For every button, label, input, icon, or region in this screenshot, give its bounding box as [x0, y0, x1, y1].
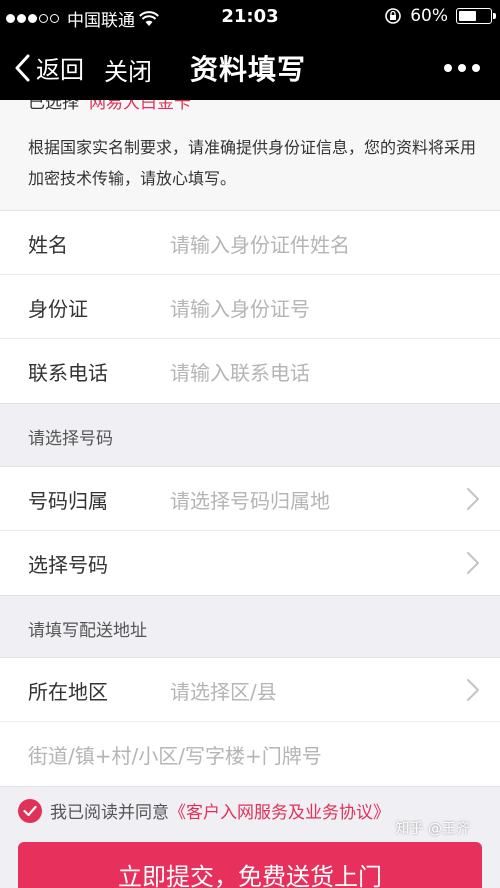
agreement-checkbox[interactable] [18, 798, 42, 823]
chevron-right-icon [467, 488, 479, 510]
number-form: 号码归属 请选择号码归属地 选择号码 [0, 466, 500, 596]
number-section-title: 请选择号码 [28, 429, 113, 449]
id-number-input[interactable]: 请输入身份证号 [170, 293, 310, 322]
id-row[interactable]: 身份证 请输入身份证号 [0, 275, 500, 339]
back-label: 返回 [36, 56, 84, 84]
area-select[interactable]: 请选择区/县 [170, 676, 277, 705]
identity-form: 姓名 请输入身份证件姓名 身份证 请输入身份证号 联系电话 请输入联系电话 [0, 210, 500, 404]
address-form: 所在地区 请选择区/县 街道/镇+村/小区/写字楼+门牌号 [0, 657, 500, 787]
chevron-right-icon [467, 552, 479, 574]
submit-button[interactable]: 立即提交，免费送货上门 [18, 842, 482, 888]
select-number-row[interactable]: 选择号码 [0, 531, 500, 595]
status-right: 60% [384, 6, 496, 26]
notice-panel: 已选择 网易大白金卡 根据国家实名制要求，请准确提供身份证信息，您的资料将采用加密… [0, 100, 500, 210]
select-number-label: 选择号码 [28, 553, 108, 577]
street-address-input[interactable]: 街道/镇+村/小区/写字楼+门牌号 [28, 740, 322, 769]
area-label: 所在地区 [28, 680, 108, 704]
battery-fill [459, 11, 477, 21]
back-button[interactable]: 返回 [14, 50, 84, 85]
rotation-lock-icon [385, 8, 402, 24]
more-dot-icon [444, 64, 452, 72]
page-title: 资料填写 [190, 53, 307, 86]
more-dot-icon [458, 64, 466, 72]
more-menu-button[interactable] [444, 64, 480, 72]
address-section-title: 请填写配送地址 [28, 621, 147, 641]
selected-card-name: 网易大白金卡 [89, 100, 191, 113]
battery-icon [456, 8, 496, 24]
close-button[interactable]: 关闭 [104, 52, 152, 87]
id-label: 身份证 [28, 297, 88, 321]
watermark: 知乎 @王齐 [395, 821, 470, 837]
number-region-select[interactable]: 请选择号码归属地 [170, 485, 330, 514]
name-label: 姓名 [28, 233, 68, 257]
selected-card-line: 已选择 网易大白金卡 [28, 100, 191, 113]
phone-label: 联系电话 [28, 361, 108, 385]
phone-input[interactable]: 请输入联系电话 [170, 357, 310, 386]
agreement-prefix: 我已阅读并同意 [50, 803, 169, 823]
agreement-line: 我已阅读并同意 《客户入网服务及业务协议》 [18, 798, 390, 823]
name-input[interactable]: 请输入身份证件姓名 [170, 229, 350, 258]
selected-label: 已选择 [28, 100, 79, 113]
battery-percent: 60% [410, 6, 448, 26]
checkmark-icon [23, 805, 37, 816]
chevron-left-icon [15, 54, 30, 81]
agreement-link[interactable]: 《客户入网服务及业务协议》 [169, 798, 390, 823]
number-region-label: 号码归属 [28, 489, 108, 513]
navigation-bar: 返回 关闭 资料填写 [0, 34, 500, 100]
area-row[interactable]: 所在地区 请选择区/县 [0, 658, 500, 722]
real-name-notice: 根据国家实名制要求，请准确提供身份证信息，您的资料将采用加密技术传输，请放心填写… [28, 138, 477, 188]
number-region-row[interactable]: 号码归属 请选择号码归属地 [0, 467, 500, 531]
more-dot-icon [472, 64, 480, 72]
phone-row[interactable]: 联系电话 请输入联系电话 [0, 339, 500, 403]
name-row[interactable]: 姓名 请输入身份证件姓名 [0, 211, 500, 275]
street-row[interactable]: 街道/镇+村/小区/写字楼+门牌号 [0, 722, 500, 786]
status-bar: 中国联通 21:03 60% [0, 0, 500, 34]
chevron-right-icon [467, 679, 479, 701]
